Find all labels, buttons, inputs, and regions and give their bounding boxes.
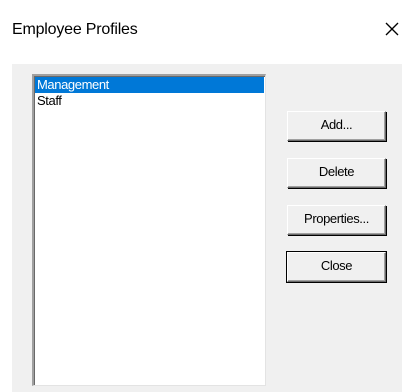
delete-button[interactable]: Delete <box>287 158 386 188</box>
title-bar[interactable]: Employee Profiles <box>0 0 404 64</box>
add-button[interactable]: Add... <box>287 111 386 141</box>
profiles-listbox[interactable]: Management Staff <box>32 74 266 386</box>
employee-profiles-dialog: Employee Profiles Management Staff Add..… <box>0 0 404 392</box>
list-item-management[interactable]: Management <box>35 77 264 93</box>
dialog-body: Management Staff Add... Delete Propertie… <box>12 64 402 392</box>
list-item-staff[interactable]: Staff <box>35 93 62 109</box>
window-title: Employee Profiles <box>12 21 138 38</box>
properties-button[interactable]: Properties... <box>287 205 386 235</box>
close-button[interactable]: Close <box>286 251 387 283</box>
close-icon[interactable] <box>382 19 402 39</box>
